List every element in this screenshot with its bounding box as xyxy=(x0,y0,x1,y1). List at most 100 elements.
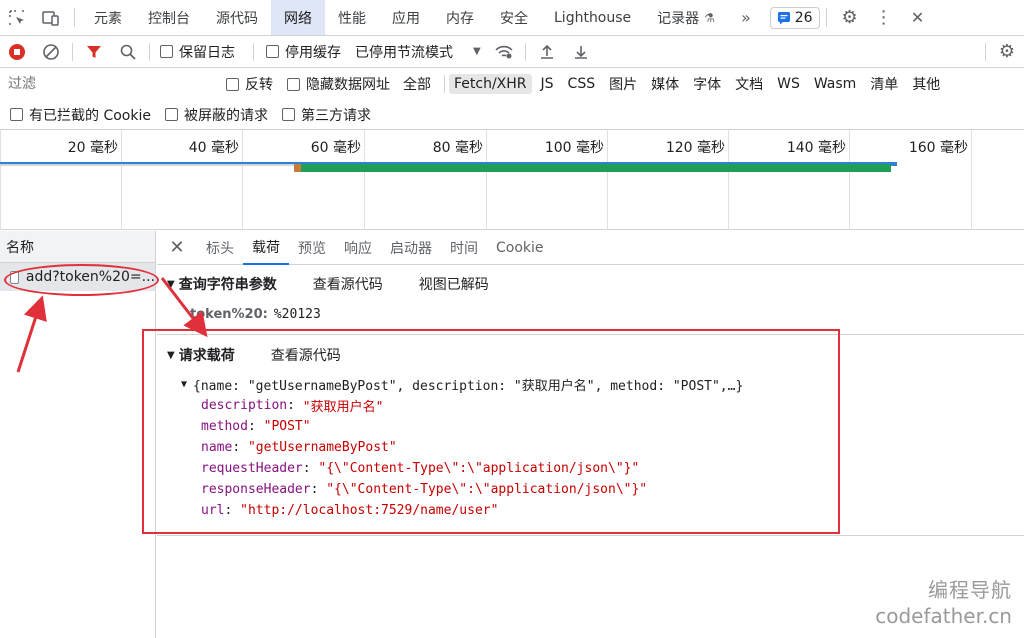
timeline-tick-label: 100 毫秒 xyxy=(544,140,604,156)
hide-data-urls-box[interactable] xyxy=(287,77,300,91)
filter-type-other[interactable]: 其他 xyxy=(907,72,945,96)
tabbar-divider xyxy=(74,8,75,27)
inspect-element-icon[interactable] xyxy=(0,0,34,35)
query-params-section[interactable]: ▼ 查询字符串参数 查看源代码 视图已解码 xyxy=(157,266,1024,302)
expand-triangle-icon[interactable]: ▼ xyxy=(167,279,175,290)
filter-type-css[interactable]: CSS xyxy=(563,74,601,94)
filter-type-all[interactable]: 全部 xyxy=(398,72,436,96)
tab-recorder[interactable]: 记录器 ⚗ xyxy=(644,0,728,35)
filter-divider xyxy=(444,75,445,93)
query-view-decoded-button[interactable]: 视图已解码 xyxy=(419,274,489,294)
network-overview-timeline[interactable]: 20 毫秒 40 毫秒 60 毫秒 80 毫秒 100 毫秒 120 毫秒 14… xyxy=(0,130,1024,230)
timeline-tick-label: 160 毫秒 xyxy=(908,140,968,156)
filter-type-font[interactable]: 字体 xyxy=(688,72,726,96)
close-devtools-icon[interactable]: ✕ xyxy=(901,0,935,35)
blocked-requests-box[interactable] xyxy=(164,108,178,121)
export-har-icon[interactable] xyxy=(564,36,598,68)
tab-cookies[interactable]: Cookie xyxy=(487,231,553,265)
query-param-key: token%20 xyxy=(190,306,263,322)
tabbar-divider-2 xyxy=(825,8,827,27)
filter-type-fetch-xhr[interactable]: Fetch/XHR xyxy=(449,74,532,94)
tab-elements[interactable]: 元素 xyxy=(81,0,135,35)
disable-cache-label: 停用缓存 xyxy=(285,44,341,61)
filter-type-doc[interactable]: 文档 xyxy=(730,72,768,96)
tab-performance[interactable]: 性能 xyxy=(325,0,379,35)
request-filter-row: 有已拦截的 Cookie 被屏蔽的请求 第三方请求 xyxy=(0,100,1024,130)
timeline-gridline xyxy=(364,130,365,230)
toolbar-divider xyxy=(72,42,73,61)
tab-sources[interactable]: 源代码 xyxy=(203,0,271,35)
third-party-checkbox[interactable]: 第三方请求 xyxy=(281,105,371,125)
message-icon xyxy=(777,11,790,24)
tab-headers[interactable]: 标头 xyxy=(197,231,243,265)
timeline-gridline xyxy=(0,130,1,230)
filter-type-img[interactable]: 图片 xyxy=(604,72,642,96)
preserve-log-checkbox[interactable]: 保留日志 xyxy=(160,42,235,62)
hide-data-urls-checkbox[interactable]: 隐藏数据网址 xyxy=(287,74,390,94)
device-toolbar-icon[interactable] xyxy=(34,0,68,35)
invert-box[interactable] xyxy=(226,77,239,91)
timeline-tick-label: 120 毫秒 xyxy=(665,140,725,156)
tab-initiator[interactable]: 启动器 xyxy=(381,231,441,265)
query-param-value: %20123 xyxy=(273,306,321,322)
timeline-connect-segment xyxy=(294,164,301,172)
more-options-icon[interactable]: ⋮ xyxy=(867,0,901,35)
close-detail-icon[interactable]: ✕ xyxy=(157,237,197,258)
watermark-title: 编程导航 xyxy=(928,578,1012,602)
network-settings-gear-icon[interactable]: ⚙ xyxy=(990,36,1024,68)
settings-gear-icon[interactable]: ⚙ xyxy=(833,0,867,35)
timeline-gridline xyxy=(121,130,122,230)
filter-funnel-icon[interactable] xyxy=(77,36,111,68)
filter-type-js[interactable]: JS xyxy=(536,74,559,94)
timeline-tick-label: 60 毫秒 xyxy=(310,140,361,156)
timeline-gridline xyxy=(607,130,608,230)
tab-console[interactable]: 控制台 xyxy=(135,0,203,35)
filter-type-media[interactable]: 媒体 xyxy=(646,72,684,96)
devtools-tabbar: 元素 控制台 源代码 网络 性能 应用 内存 安全 Lighthouse 记录器… xyxy=(0,0,1024,36)
query-view-source-button[interactable]: 查看源代码 xyxy=(313,274,383,294)
tab-preview[interactable]: 预览 xyxy=(289,231,335,265)
throttling-select[interactable]: 已停用节流模式 ▼ xyxy=(355,42,481,62)
clear-icon[interactable] xyxy=(34,36,68,68)
toolbar-divider-3 xyxy=(253,42,254,61)
more-tabs-icon[interactable]: » xyxy=(728,0,764,35)
tab-lighthouse[interactable]: Lighthouse xyxy=(541,0,644,35)
search-icon[interactable] xyxy=(111,36,145,68)
filter-type-wasm[interactable]: Wasm xyxy=(809,74,861,94)
tab-security[interactable]: 安全 xyxy=(487,0,541,35)
tab-network[interactable]: 网络 xyxy=(271,0,325,35)
invert-checkbox[interactable]: 反转 xyxy=(226,74,273,94)
tab-memory[interactable]: 内存 xyxy=(433,0,487,35)
tab-timing[interactable]: 时间 xyxy=(441,231,487,265)
tab-payload[interactable]: 载荷 xyxy=(243,231,289,265)
issues-badge[interactable]: 26 xyxy=(769,6,820,29)
timeline-gridline xyxy=(728,130,729,230)
third-party-box[interactable] xyxy=(281,108,295,121)
section-divider xyxy=(157,535,1024,536)
tab-response[interactable]: 响应 xyxy=(335,231,381,265)
annotation-box xyxy=(142,329,840,534)
timeline-gridline xyxy=(971,130,972,230)
disable-cache-box[interactable] xyxy=(266,45,279,58)
query-params-title: 查询字符串参数 xyxy=(178,277,277,293)
watermark-domain: codefather.cn xyxy=(875,604,1012,628)
hide-data-urls-label: 隐藏数据网址 xyxy=(306,77,390,93)
record-stop-icon[interactable] xyxy=(0,36,34,68)
import-har-icon[interactable] xyxy=(530,36,564,68)
toolbar-divider-4 xyxy=(524,42,526,61)
network-conditions-icon[interactable] xyxy=(487,36,521,68)
annotation-oval xyxy=(4,264,159,296)
blocked-cookies-checkbox[interactable]: 有已拦截的 Cookie xyxy=(10,105,151,125)
filter-type-ws[interactable]: WS xyxy=(772,74,805,94)
blocked-cookies-label: 有已拦截的 Cookie xyxy=(29,107,151,124)
tab-application[interactable]: 应用 xyxy=(379,0,433,35)
blocked-cookies-box[interactable] xyxy=(10,108,23,121)
disable-cache-checkbox[interactable]: 停用缓存 xyxy=(266,42,341,62)
timeline-tick-label: 40 毫秒 xyxy=(188,140,239,156)
filter-type-manifest[interactable]: 清单 xyxy=(865,72,903,96)
detail-tabs: ✕ 标头 载荷 预览 响应 启动器 时间 Cookie xyxy=(157,231,1024,265)
request-list-header[interactable]: 名称 xyxy=(0,231,155,263)
preserve-log-box[interactable] xyxy=(160,45,173,58)
blocked-requests-checkbox[interactable]: 被屏蔽的请求 xyxy=(164,105,268,125)
filter-input[interactable] xyxy=(4,73,212,95)
